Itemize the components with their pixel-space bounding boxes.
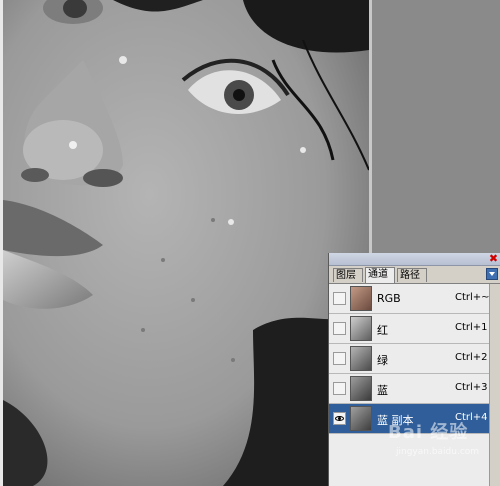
channel-row-rgb[interactable]: RGB Ctrl+~ — [329, 284, 490, 314]
panel-scrollbar[interactable] — [489, 284, 500, 486]
channel-thumbnail — [350, 286, 372, 311]
panel-tabs: 图层 通道 路径 — [329, 266, 500, 284]
visibility-toggle[interactable] — [333, 322, 346, 335]
channel-list: RGB Ctrl+~ 红 Ctrl+1 绿 Ctrl+2 蓝 Ctrl+3 蓝 — [329, 284, 490, 434]
watermark-url: jingyan.baidu.com — [396, 447, 480, 457]
channel-name: 绿 — [377, 354, 388, 367]
channel-shortcut: Ctrl+2 — [455, 352, 488, 363]
channel-thumbnail — [350, 346, 372, 371]
panel-titlebar[interactable]: ✖ — [329, 253, 500, 266]
channel-name: 红 — [377, 324, 388, 337]
channel-thumbnail — [350, 376, 372, 401]
visibility-toggle[interactable] — [333, 352, 346, 365]
eye-icon — [335, 416, 344, 421]
visibility-toggle[interactable] — [333, 292, 346, 305]
tab-paths[interactable]: 路径 — [397, 268, 427, 282]
channel-shortcut: Ctrl+1 — [455, 322, 488, 333]
visibility-toggle[interactable] — [333, 382, 346, 395]
channel-name: 蓝 — [377, 384, 388, 397]
channel-row-green[interactable]: 绿 Ctrl+2 — [329, 344, 489, 374]
portrait-illustration — [3, 0, 369, 486]
visibility-toggle[interactable] — [333, 412, 346, 425]
close-icon[interactable]: ✖ — [488, 253, 499, 264]
channel-row-blue[interactable]: 蓝 Ctrl+3 — [329, 374, 489, 404]
channel-thumbnail — [350, 316, 372, 341]
channel-thumbnail — [350, 406, 372, 431]
watermark-logo: Bai 经验 — [388, 422, 469, 443]
grayscale-portrait-photo — [3, 0, 369, 486]
channel-shortcut: Ctrl+~ — [455, 292, 490, 303]
channel-name: RGB — [377, 292, 401, 305]
channel-shortcut: Ctrl+3 — [455, 382, 488, 393]
tab-channels[interactable]: 通道 — [365, 267, 395, 283]
channel-row-red[interactable]: 红 Ctrl+1 — [329, 314, 489, 344]
panel-menu-icon[interactable] — [486, 268, 498, 280]
tab-layers[interactable]: 图层 — [333, 268, 363, 282]
document-canvas[interactable] — [0, 0, 372, 486]
